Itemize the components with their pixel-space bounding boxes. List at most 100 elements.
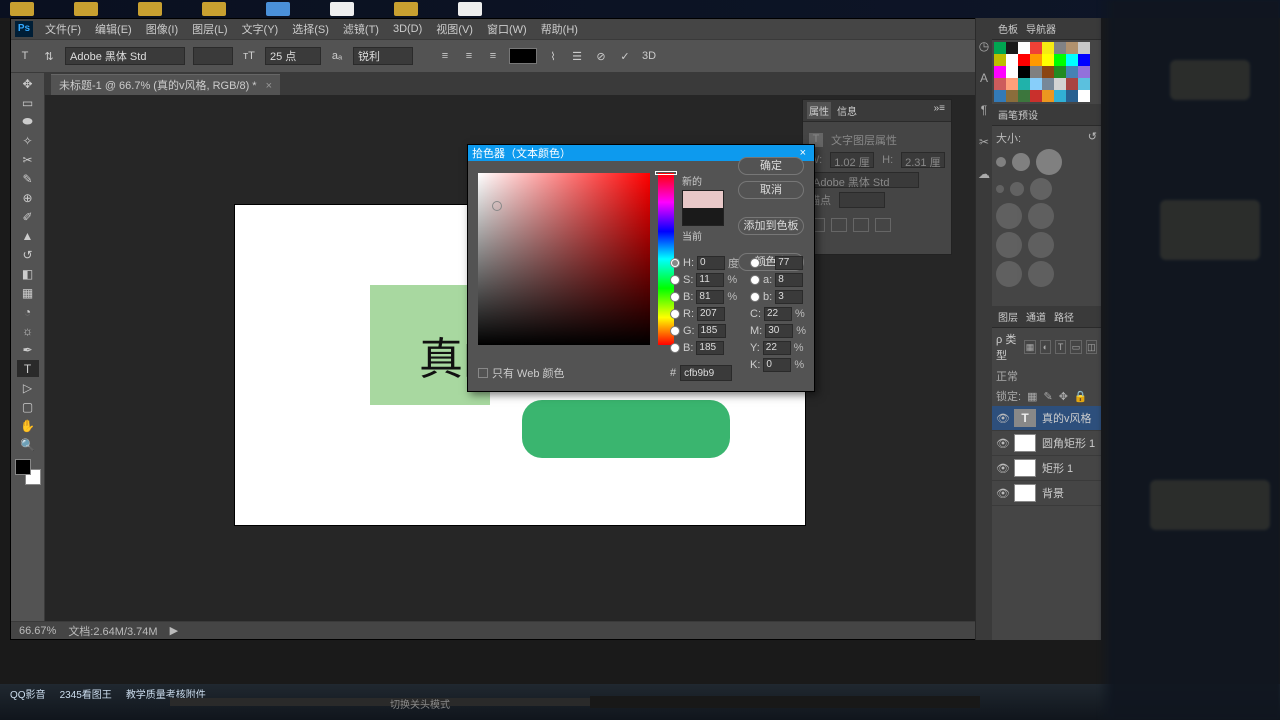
wand-tool-icon[interactable]: ✧ [17, 132, 39, 149]
panel-menu-icon[interactable]: »≡ [932, 102, 947, 119]
swatch[interactable] [1066, 54, 1078, 66]
swatch[interactable] [1018, 90, 1030, 102]
font-style-select[interactable] [193, 47, 233, 65]
ok-button[interactable]: 确定 [738, 157, 804, 175]
hue-pointer-icon[interactable] [655, 171, 677, 175]
swatch[interactable] [1066, 66, 1078, 78]
swatch[interactable] [1042, 90, 1054, 102]
warp-text-icon[interactable]: ⌇ [545, 48, 561, 64]
tool-preset-icon[interactable]: T [17, 48, 33, 64]
fg-bg-swatches[interactable] [15, 459, 41, 485]
tab-layers[interactable]: 图层 [996, 308, 1020, 325]
lock-paint-icon[interactable]: ✎ [1043, 390, 1052, 403]
swatch[interactable] [1066, 78, 1078, 90]
align-left-icon[interactable]: ≡ [437, 48, 453, 64]
shape-tool-icon[interactable]: ▢ [17, 398, 39, 415]
align-3-icon[interactable] [853, 218, 869, 232]
swatch[interactable] [994, 90, 1006, 102]
align-4-icon[interactable] [875, 218, 891, 232]
web-only-checkbox[interactable]: 只有 Web 颜色 [478, 365, 565, 381]
tab-properties[interactable]: 属性 [807, 102, 831, 119]
orientation-toggle-icon[interactable]: ⇅ [41, 48, 57, 64]
tab-brush-presets[interactable]: 画笔预设 [996, 106, 1040, 123]
lb-input[interactable] [775, 290, 803, 304]
heal-tool-icon[interactable]: ⊕ [17, 189, 39, 206]
eraser-tool-icon[interactable]: ◧ [17, 265, 39, 282]
eyedropper-tool-icon[interactable]: ✎ [17, 170, 39, 187]
g-input[interactable] [698, 324, 726, 338]
swatch[interactable] [1042, 78, 1054, 90]
radio-lb[interactable] [750, 292, 760, 302]
move-tool-icon[interactable]: ✥ [17, 75, 39, 92]
taskbar-item-1[interactable]: QQ影音 [10, 686, 46, 701]
tab-info[interactable]: 信息 [835, 102, 859, 119]
history-brush-tool-icon[interactable]: ↺ [17, 246, 39, 263]
swatch[interactable] [994, 42, 1006, 54]
crop-tool-icon[interactable]: ✂ [17, 151, 39, 168]
menu-edit[interactable]: 编辑(E) [89, 21, 138, 37]
visibility-icon[interactable]: 👁 [996, 487, 1008, 499]
swatch[interactable] [1078, 78, 1090, 90]
swatch[interactable] [1078, 42, 1090, 54]
swatch[interactable] [1042, 42, 1054, 54]
strip-para-icon[interactable]: ¶ [976, 102, 992, 118]
pen-tool-icon[interactable]: ✒ [17, 341, 39, 358]
status-arrow-icon[interactable]: ▶ [170, 624, 178, 637]
C-input[interactable] [764, 307, 792, 321]
3d-text-icon[interactable]: 3D [641, 48, 657, 64]
strip-char-icon[interactable]: A [976, 70, 992, 86]
swatch[interactable] [1030, 90, 1042, 102]
cancel-icon[interactable]: ⊘ [593, 48, 609, 64]
stamp-tool-icon[interactable]: ▲ [17, 227, 39, 244]
swatch[interactable] [1006, 54, 1018, 66]
sv-cursor-icon[interactable] [492, 201, 502, 211]
visibility-icon[interactable]: 👁 [996, 437, 1008, 449]
strip-cloud-icon[interactable]: ☁ [976, 166, 992, 182]
radio-b[interactable] [670, 292, 680, 302]
swatch[interactable] [1030, 42, 1042, 54]
filter-type-icon[interactable]: T [1055, 340, 1066, 354]
swatch[interactable] [1006, 78, 1018, 90]
radio-s[interactable] [670, 275, 680, 285]
filter-shape-icon[interactable]: ▭ [1070, 340, 1081, 354]
character-panel-icon[interactable]: ☰ [569, 48, 585, 64]
s-input[interactable] [696, 273, 724, 287]
gradient-tool-icon[interactable]: ▦ [17, 284, 39, 301]
saturation-value-field[interactable] [478, 173, 650, 345]
swatch[interactable] [1066, 42, 1078, 54]
swatch[interactable] [1042, 54, 1054, 66]
bl-input[interactable] [696, 341, 724, 355]
close-tab-icon[interactable]: × [266, 80, 272, 92]
swatch[interactable] [1006, 90, 1018, 102]
align-2-icon[interactable] [831, 218, 847, 232]
r-input[interactable] [697, 307, 725, 321]
type-tool-icon[interactable]: T [17, 360, 39, 377]
font-size-select[interactable]: 25 点 [265, 47, 321, 65]
visibility-icon[interactable]: 👁 [996, 412, 1008, 424]
cancel-button[interactable]: 取消 [738, 181, 804, 199]
swatch[interactable] [1030, 54, 1042, 66]
swatch[interactable] [1018, 66, 1030, 78]
tab-navigator[interactable]: 导航器 [1024, 20, 1058, 37]
swatch[interactable] [1078, 66, 1090, 78]
menu-select[interactable]: 选择(S) [286, 21, 335, 37]
swatch[interactable] [1006, 66, 1018, 78]
radio-h[interactable] [670, 258, 680, 268]
L-input[interactable] [775, 256, 803, 270]
radio-a[interactable] [750, 275, 760, 285]
brush-tool-icon[interactable]: ✐ [17, 208, 39, 225]
swatch[interactable] [1018, 42, 1030, 54]
swatch[interactable] [1054, 42, 1066, 54]
zoom-tool-icon[interactable]: 🔍 [17, 436, 39, 453]
swatch[interactable] [1030, 66, 1042, 78]
tab-swatches[interactable]: 色板 [996, 20, 1020, 37]
blur-tool-icon[interactable]: ◔ [17, 303, 39, 320]
menu-layer[interactable]: 图层(L) [186, 21, 233, 37]
swatch[interactable] [1054, 78, 1066, 90]
path-select-tool-icon[interactable]: ▷ [17, 379, 39, 396]
w-value[interactable]: 1.02 厘米 [830, 152, 874, 168]
swatch[interactable] [994, 54, 1006, 66]
menu-help[interactable]: 帮助(H) [535, 21, 584, 37]
document-tab[interactable]: 未标题-1 @ 66.7% (真的v风格, RGB/8) * × [51, 74, 280, 95]
swatch[interactable] [1054, 54, 1066, 66]
